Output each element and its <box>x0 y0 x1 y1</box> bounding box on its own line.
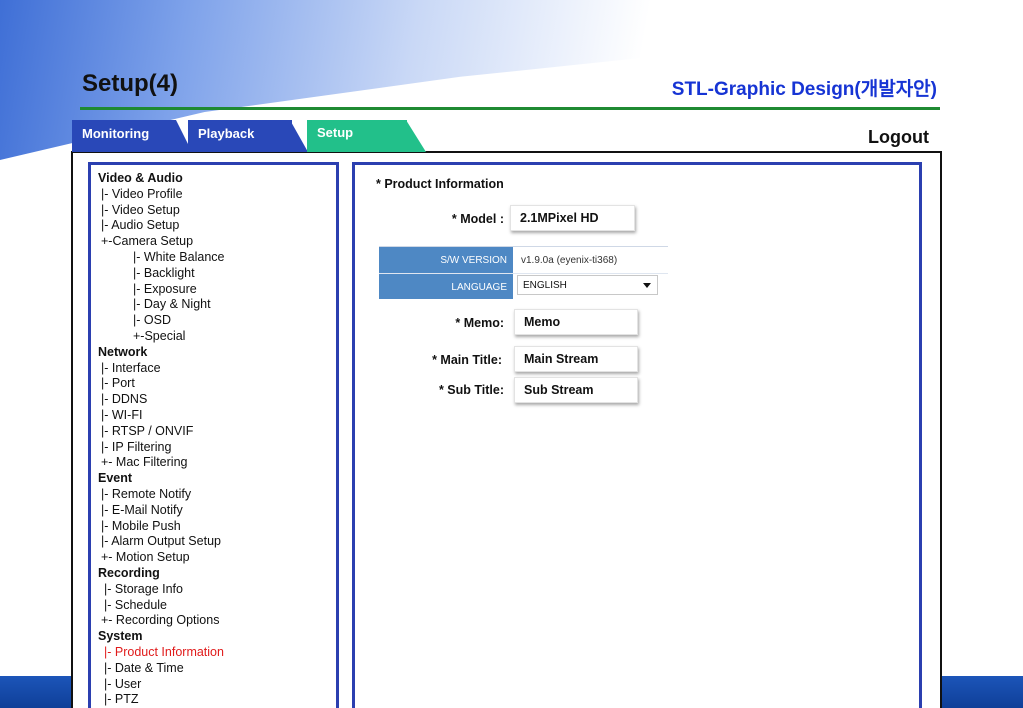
menu-item-video-setup[interactable]: |- Video Setup <box>98 203 336 219</box>
menu-item-ptz[interactable]: |- PTZ <box>98 692 336 708</box>
menu-item-product-information[interactable]: |- Product Information <box>98 645 336 661</box>
menu-item-rtsp-onvif[interactable]: |- RTSP / ONVIF <box>98 424 336 440</box>
menu-item-video-profile[interactable]: |- Video Profile <box>98 187 336 203</box>
chevron-down-icon <box>643 283 651 288</box>
sw-version-row: S/W VERSION v1.9.0a (eyenix-ti368) <box>379 247 668 273</box>
menu-item-storage-info[interactable]: |- Storage Info <box>98 582 336 598</box>
menu-item-camera-setup[interactable]: +-Camera Setup <box>98 234 336 250</box>
tab-setup[interactable]: Setup <box>307 120 407 152</box>
main-title-label: * Main Title: <box>432 353 502 367</box>
language-label: LANGUAGE <box>379 274 513 299</box>
language-select-value: ENGLISH <box>523 280 567 291</box>
menu-item-alarm-output-setup[interactable]: |- Alarm Output Setup <box>98 534 336 550</box>
menu-section-system: System <box>98 629 143 644</box>
sub-title-label: * Sub Title: <box>438 383 504 397</box>
menu-section-recording: Recording <box>98 565 160 580</box>
menu-item-white-balance[interactable]: |- White Balance <box>98 250 336 266</box>
sw-version-value: v1.9.0a (eyenix-ti368) <box>513 247 668 273</box>
footer-band-right <box>940 676 1023 708</box>
menu-item-special[interactable]: +-Special <box>98 329 336 345</box>
tab-monitoring[interactable]: Monitoring <box>72 120 176 152</box>
menu-item-exposure[interactable]: |- Exposure <box>98 282 336 298</box>
model-value: 2.1MPixel HD <box>510 205 635 231</box>
page-title: Setup(4) <box>82 70 178 97</box>
menu-item-wi-fi[interactable]: |- WI-FI <box>98 408 336 424</box>
section-title: * Product Information <box>376 177 504 191</box>
title-divider <box>80 107 940 110</box>
menu-item-remote-notify[interactable]: |- Remote Notify <box>98 487 336 503</box>
menu-item-ddns[interactable]: |- DDNS <box>98 392 336 408</box>
model-label: * Model : <box>451 212 504 226</box>
menu-item-interface[interactable]: |- Interface <box>98 361 336 377</box>
menu-item-mac-filtering[interactable]: +- Mac Filtering <box>98 455 336 471</box>
page-subtitle: STL-Graphic Design(개발자안) <box>671 79 937 100</box>
menu-section-event: Event <box>98 471 133 486</box>
memo-field[interactable]: Memo <box>514 309 638 335</box>
setup-menu-list: Video & Audio |- Video Profile |- Video Se… <box>98 171 336 708</box>
content-panel <box>352 162 922 708</box>
main-title-field[interactable]: Main Stream <box>514 346 638 372</box>
sub-title-field[interactable]: Sub Stream <box>514 377 638 403</box>
menu-item-osd[interactable]: |- OSD <box>98 313 336 329</box>
logout-link[interactable]: Logout <box>868 127 929 148</box>
menu-item-e-mail-notify[interactable]: |- E-Mail Notify <box>98 503 336 519</box>
memo-label: * Memo: <box>455 316 504 330</box>
menu-item-user[interactable]: |- User <box>98 677 336 693</box>
setup-menu-panel: Video & Audio |- Video Profile |- Video Se… <box>88 162 339 708</box>
footer-band-left <box>0 676 72 708</box>
tab-playback-edge <box>290 120 308 152</box>
menu-item-recording-options[interactable]: +- Recording Options <box>98 613 336 629</box>
sw-version-label: S/W VERSION <box>379 247 513 273</box>
menu-item-day-night[interactable]: |- Day & Night <box>98 297 336 313</box>
tab-playback[interactable]: Playback <box>188 120 292 152</box>
menu-item-audio-setup[interactable]: |- Audio Setup <box>98 218 336 234</box>
menu-item-ip-filtering[interactable]: |- IP Filtering <box>98 440 336 456</box>
menu-item-port[interactable]: |- Port <box>98 376 336 392</box>
menu-item-motion-setup[interactable]: +- Motion Setup <box>98 550 336 566</box>
tab-setup-edge <box>406 120 426 152</box>
language-select[interactable]: ENGLISH <box>517 275 658 295</box>
menu-item-date-time[interactable]: |- Date & Time <box>98 661 336 677</box>
menu-section-video-audio: Video & Audio <box>98 171 183 185</box>
menu-item-backlight[interactable]: |- Backlight <box>98 266 336 282</box>
menu-item-schedule[interactable]: |- Schedule <box>98 598 336 614</box>
menu-item-mobile-push[interactable]: |- Mobile Push <box>98 519 336 535</box>
menu-section-network: Network <box>98 344 148 359</box>
